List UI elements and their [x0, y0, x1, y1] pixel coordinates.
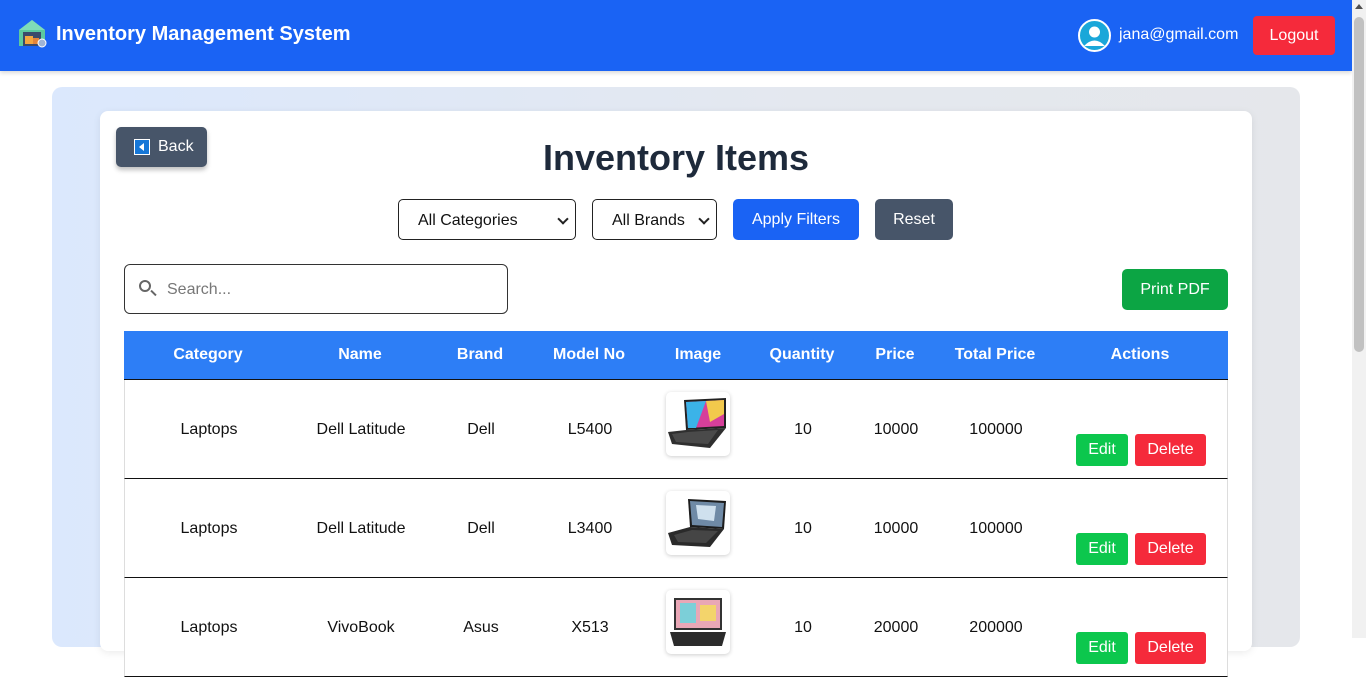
- header-actions: Actions: [1110, 346, 1170, 363]
- table-row: Laptops VivoBook Asus X513 10 20000 2000…: [124, 578, 1228, 677]
- cell-model-no: L3400: [567, 520, 613, 537]
- chevron-down-icon: [698, 213, 710, 225]
- header-model-no: Model No: [553, 346, 625, 363]
- delete-button[interactable]: Delete: [1135, 434, 1206, 466]
- cell-name: VivoBook: [327, 619, 395, 636]
- page-title: Inventory Items: [542, 137, 810, 178]
- scrollbar-thumb[interactable]: [1354, 17, 1364, 352]
- laptop-image[interactable]: [666, 590, 730, 654]
- table-row: Laptops Dell Latitude Dell L5400 10 1000…: [124, 380, 1228, 479]
- cell-brand: Asus: [463, 619, 499, 636]
- chevron-down-icon: [557, 213, 569, 225]
- header-total-price: Total Price: [954, 346, 1036, 363]
- table-row: Laptops Dell Latitude Dell L3400 10 1000…: [124, 479, 1228, 578]
- search-box[interactable]: [124, 264, 508, 314]
- logout-button[interactable]: Logout: [1253, 16, 1335, 55]
- inventory-table: Category Name Brand Model No Image Quant…: [124, 331, 1228, 677]
- category-filter-value: All Categories: [418, 212, 518, 229]
- edit-button[interactable]: Edit: [1076, 434, 1128, 466]
- cell-quantity: 10: [794, 520, 812, 537]
- cell-category: Laptops: [180, 520, 238, 537]
- category-filter-select[interactable]: All Categories: [398, 199, 576, 240]
- cell-price: 10000: [873, 421, 919, 438]
- delete-button[interactable]: Delete: [1135, 632, 1206, 664]
- scroll-up-arrow-icon[interactable]: [1355, 4, 1363, 9]
- cell-price: 20000: [873, 619, 919, 636]
- cell-total-price: 100000: [969, 520, 1023, 537]
- edit-button[interactable]: Edit: [1076, 533, 1128, 565]
- table-header: Category Name Brand Model No Image Quant…: [124, 331, 1228, 380]
- cell-model-no: L5400: [567, 421, 613, 438]
- cell-quantity: 10: [794, 421, 812, 438]
- app-title: Inventory Management System: [56, 23, 351, 45]
- brand-filter-select[interactable]: All Brands: [592, 199, 717, 240]
- page-scrollbar[interactable]: [1352, 0, 1366, 638]
- header-brand: Brand: [456, 346, 504, 363]
- cell-total-price: 100000: [969, 421, 1023, 438]
- header-name: Name: [338, 346, 382, 363]
- print-pdf-button[interactable]: Print PDF: [1122, 269, 1228, 310]
- header-quantity: Quantity: [769, 346, 835, 363]
- laptop-image[interactable]: [666, 491, 730, 555]
- cell-category: Laptops: [180, 619, 238, 636]
- brand-filter-value: All Brands: [612, 212, 685, 229]
- cell-total-price: 200000: [969, 619, 1023, 636]
- laptop-image[interactable]: [666, 392, 730, 456]
- cell-name: Dell Latitude: [316, 520, 406, 537]
- delete-button[interactable]: Delete: [1135, 533, 1206, 565]
- cell-quantity: 10: [794, 619, 812, 636]
- cell-brand: Dell: [467, 520, 495, 537]
- cell-name: Dell Latitude: [316, 421, 406, 438]
- search-input[interactable]: [165, 279, 499, 301]
- user-email: jana@gmail.com: [1119, 26, 1239, 43]
- cell-price: 10000: [873, 520, 919, 537]
- reset-filters-button[interactable]: Reset: [875, 199, 953, 240]
- top-navbar: Inventory Management System jana@gmail.c…: [0, 0, 1352, 71]
- header-image: Image: [674, 346, 722, 363]
- cell-brand: Dell: [467, 421, 495, 438]
- header-price: Price: [875, 346, 915, 363]
- header-category: Category: [173, 346, 243, 363]
- cell-category: Laptops: [180, 421, 238, 438]
- edit-button[interactable]: Edit: [1076, 632, 1128, 664]
- cell-model-no: X513: [571, 619, 609, 636]
- apply-filters-button[interactable]: Apply Filters: [733, 199, 859, 240]
- warehouse-logo-icon: [19, 20, 47, 48]
- user-avatar-icon[interactable]: [1078, 19, 1111, 52]
- search-icon: [139, 280, 151, 292]
